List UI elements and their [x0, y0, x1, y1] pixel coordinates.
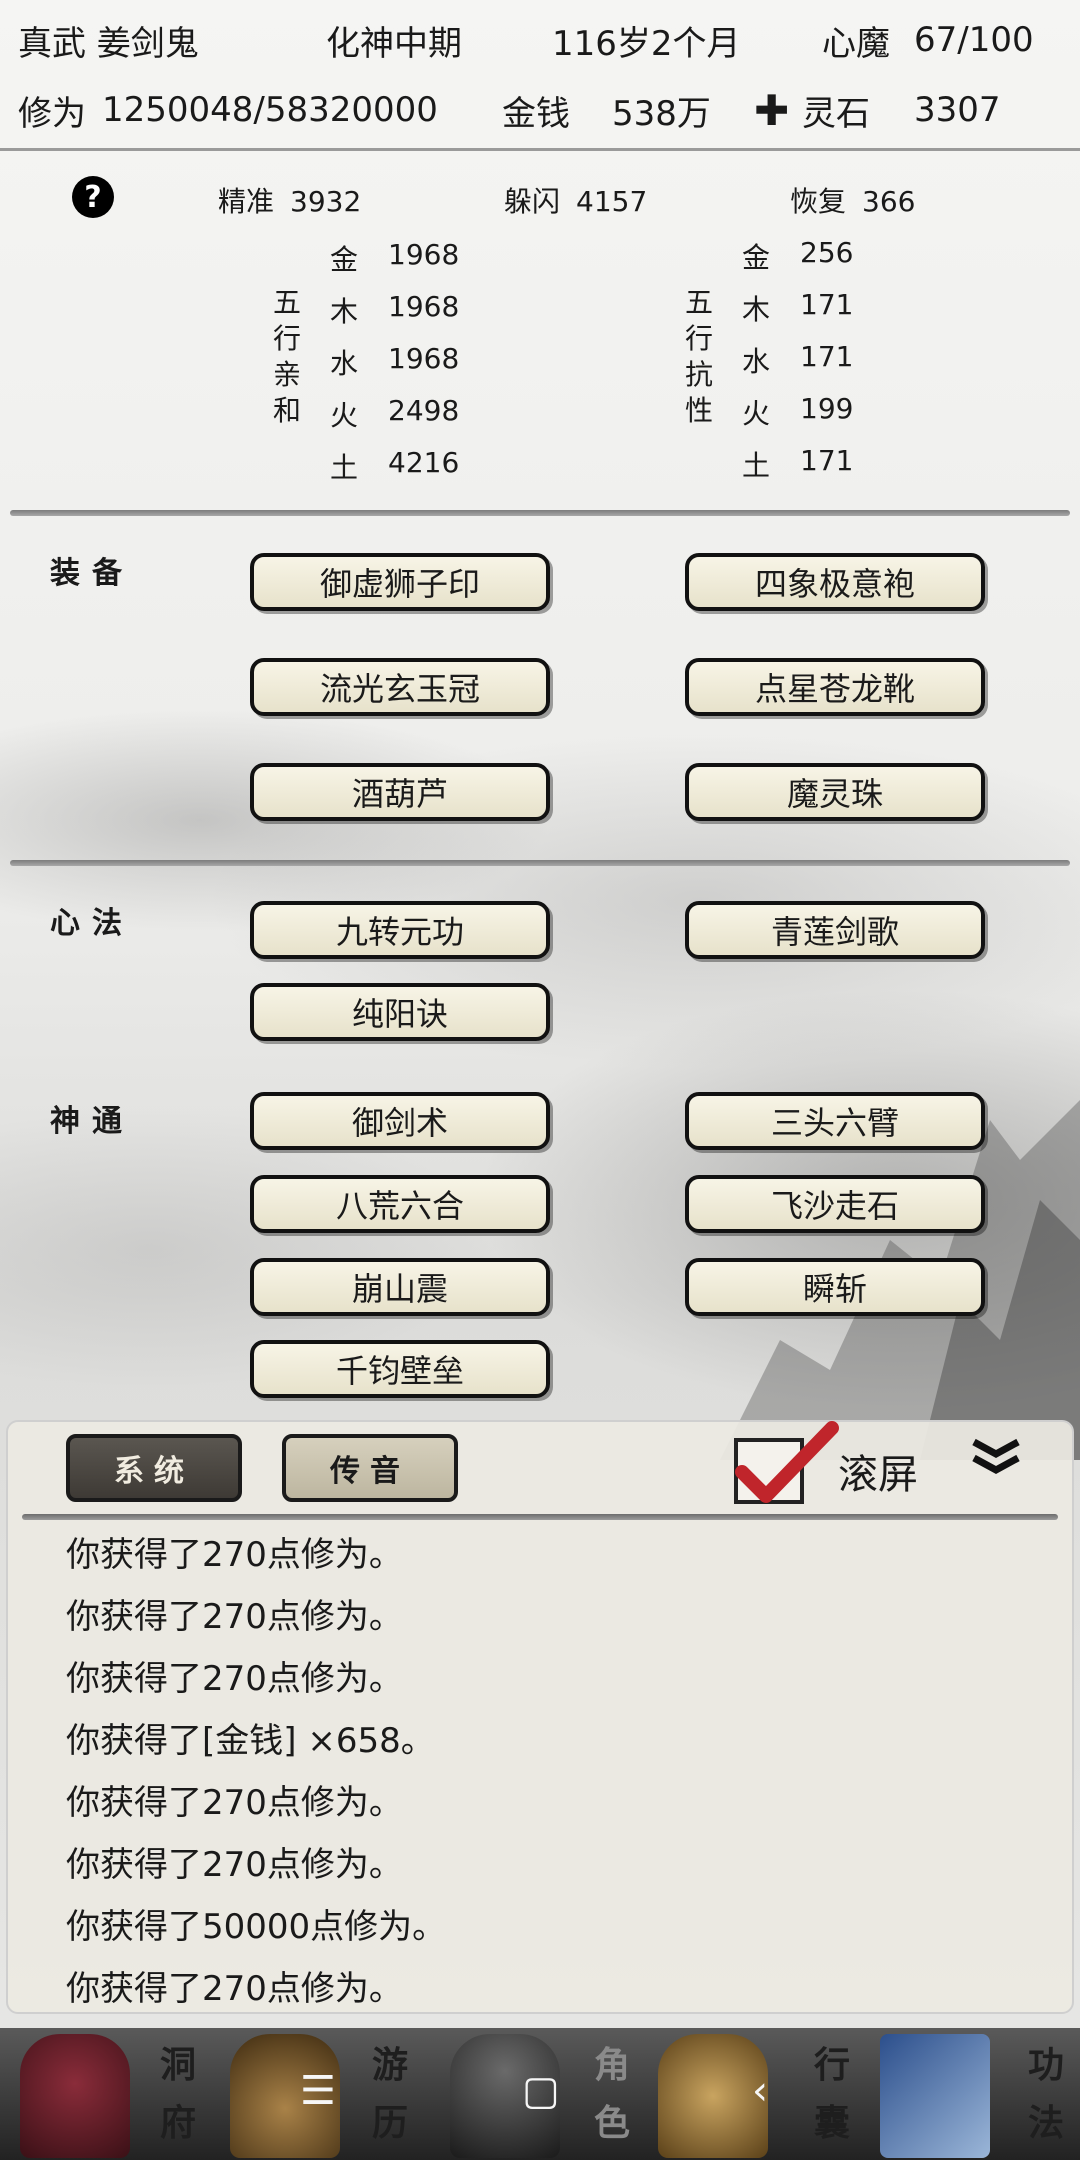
accuracy-stat: 精准 3932	[218, 185, 362, 218]
checkmark-icon	[735, 1421, 839, 1503]
shentong-button[interactable]: 千钧壁垒	[250, 1340, 550, 1398]
affinity-row: 金 1968	[330, 238, 460, 276]
shentong-button[interactable]: 崩山震	[250, 1258, 550, 1316]
xinfa-button[interactable]: 青莲剑歌	[685, 901, 985, 959]
shentong-button[interactable]: 瞬斩	[685, 1258, 985, 1316]
header-divider	[0, 148, 1080, 151]
equip-button[interactable]: 点星苍龙靴	[685, 658, 985, 716]
log-line: 你获得了50000点修为。	[66, 1907, 447, 1947]
tab-voice[interactable]: 传音	[282, 1434, 458, 1502]
affinity-row: 水 1968	[330, 342, 460, 380]
age-text: 116岁2个月	[552, 23, 741, 64]
scroll-checkbox[interactable]	[734, 1421, 839, 1504]
message-log-panel: 系统 传音 滚屏 你获得了270点修为。 你获得了270点修为。 你获得了270…	[6, 1420, 1074, 2014]
panel-divider	[22, 1514, 1058, 1520]
tab-skill[interactable]: 功法	[1026, 2036, 1066, 2152]
equip-button[interactable]: 御虚狮子印	[250, 553, 550, 611]
cave-icon[interactable]	[20, 2034, 130, 2158]
xinfa-label: 心法	[50, 906, 134, 941]
xiuwei-label: 修为	[18, 93, 86, 134]
resist-row: 火 199	[742, 392, 854, 430]
shentong-button[interactable]: 三头六臂	[685, 1092, 985, 1150]
affinity-title: 五行亲和	[272, 286, 301, 427]
resist-title: 五行抗性	[684, 286, 713, 427]
dodge-stat: 躲闪 4157	[504, 185, 648, 218]
equip-button[interactable]: 流光玄玉冠	[250, 658, 550, 716]
money-label: 金钱	[502, 93, 570, 134]
status-row-1: 真武 姜剑鬼 化神中期 116岁2个月 心魔 67/100	[18, 15, 1062, 65]
resist-row: 木 171	[742, 288, 854, 326]
section-divider	[10, 510, 1070, 516]
spirit-label: 灵石	[802, 93, 870, 134]
log-line: 你获得了[金钱] ×658。	[66, 1721, 435, 1761]
spirit-stone-icon: ✚	[754, 85, 790, 135]
shentong-button[interactable]: 御剑术	[250, 1092, 550, 1150]
realm-text: 化神中期	[326, 23, 462, 64]
bottom-nav-bar: 洞府 游历 角色 行囊 功法 ☰ ▢ ‹	[0, 2028, 1080, 2160]
log-line: 你获得了270点修为。	[66, 1659, 403, 1699]
equipment-label: 装备	[50, 556, 134, 591]
log-line: 你获得了270点修为。	[66, 1845, 403, 1885]
log-line: 你获得了270点修为。	[66, 1783, 403, 1823]
resist-row: 土 171	[742, 444, 854, 482]
equip-button[interactable]: 四象极意袍	[685, 553, 985, 611]
back-nav-icon[interactable]: ‹	[752, 2068, 768, 2114]
tab-role[interactable]: 角色	[592, 2036, 632, 2152]
xinfa-button[interactable]: 纯阳诀	[250, 983, 550, 1041]
log-line: 你获得了270点修为。	[66, 1597, 403, 1637]
resist-row: 水 171	[742, 340, 854, 378]
xinmo-label: 心魔	[822, 23, 890, 64]
affinity-row: 土 4216	[330, 446, 460, 484]
section-divider	[10, 860, 1070, 866]
menu-nav-icon[interactable]: ☰	[300, 2068, 336, 2114]
shentong-label: 神通	[50, 1104, 134, 1139]
resist-row: 金 256	[742, 236, 854, 274]
tab-cave[interactable]: 洞府	[158, 2036, 198, 2152]
xinmo-value: 67/100	[914, 20, 1034, 60]
tab-bag[interactable]: 行囊	[812, 2036, 852, 2152]
status-row-2: 修为 1250048/58320000 金钱 538万 ✚ 灵石 3307	[18, 85, 1062, 135]
equip-button[interactable]: 魔灵珠	[685, 763, 985, 821]
skill-book-icon[interactable]	[880, 2034, 990, 2158]
home-nav-icon[interactable]: ▢	[522, 2068, 560, 2114]
log-list: 你获得了270点修为。 你获得了270点修为。 你获得了270点修为。 你获得了…	[66, 1524, 1052, 2020]
tab-travel[interactable]: 游历	[370, 2036, 410, 2152]
recover-stat: 恢复 366	[790, 185, 916, 218]
collapse-chevron-icon[interactable]	[968, 1436, 1024, 1480]
xiuwei-value: 1250048/58320000	[102, 90, 438, 130]
scroll-label: 滚屏	[838, 1452, 918, 1498]
equip-button[interactable]: 酒葫芦	[250, 763, 550, 821]
xinfa-button[interactable]: 九转元功	[250, 901, 550, 959]
log-line: 你获得了270点修为。	[66, 1535, 403, 1575]
spirit-value: 3307	[914, 90, 1001, 130]
affinity-row: 木 1968	[330, 290, 460, 328]
help-icon[interactable]: ?	[72, 176, 114, 218]
shentong-button[interactable]: 飞沙走石	[685, 1175, 985, 1233]
affinity-row: 火 2498	[330, 394, 460, 432]
character-name: 真武 姜剑鬼	[18, 23, 199, 64]
shentong-button[interactable]: 八荒六合	[250, 1175, 550, 1233]
log-line: 你获得了270点修为。	[66, 1969, 403, 2009]
tab-system[interactable]: 系统	[66, 1434, 242, 1502]
money-value: 538万	[612, 93, 711, 134]
